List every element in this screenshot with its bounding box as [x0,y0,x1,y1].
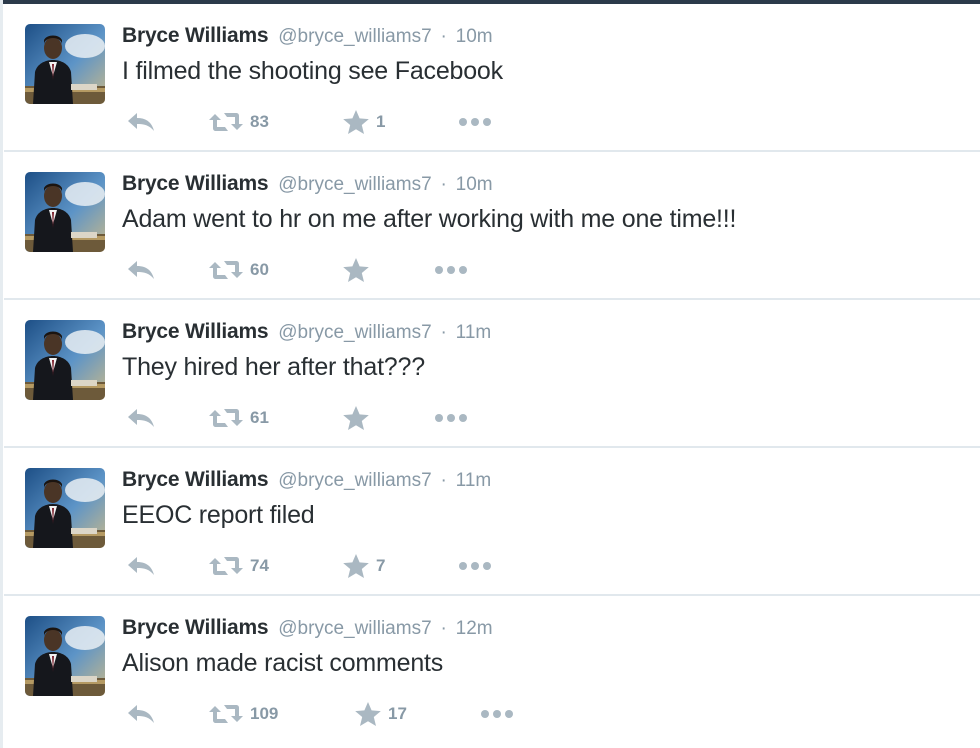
star-icon [342,109,370,135]
user-name[interactable]: Bryce Williams [122,24,269,47]
favorite-button[interactable] [342,404,370,432]
reply-icon [126,111,156,133]
retweet-button[interactable]: 109 [208,700,278,728]
retweet-button[interactable]: 61 [208,404,269,432]
tweet-actions: 61 [122,404,522,432]
user-handle[interactable]: @bryce_williams7 [278,26,431,47]
tweet-actions: 83 1 [122,108,522,136]
favorite-button[interactable]: 17 [354,700,407,728]
star-icon [342,405,370,431]
header-separator: · [440,618,447,639]
favorite-button[interactable] [342,256,370,284]
tweet-timestamp[interactable]: 11m [456,322,492,343]
reply-button[interactable] [126,256,156,284]
more-button[interactable] [434,404,468,432]
reply-icon [126,407,156,429]
retweet-count: 74 [250,556,269,575]
header-separator: · [440,470,447,491]
tweet-timestamp[interactable]: 10m [456,174,493,195]
user-handle[interactable]: @bryce_williams7 [278,618,431,639]
favorite-count: 7 [376,556,386,575]
more-button[interactable] [458,552,492,580]
user-name[interactable]: Bryce Williams [122,320,269,343]
tweet-timeline: Bryce Williams @bryce_williams7 · 10m I … [4,4,980,744]
retweet-count: 60 [250,260,269,279]
tweet-text: EEOC report filed [122,501,315,529]
more-dots-icon [434,413,468,423]
favorite-count: 17 [388,704,407,723]
retweet-icon [208,111,244,133]
tweet: Bryce Williams @bryce_williams7 · 11m Th… [4,300,980,448]
tweet-actions: 60 [122,256,522,284]
favorite-button[interactable]: 1 [342,108,385,136]
more-dots-icon [434,265,468,275]
star-icon [342,553,370,579]
timeline-left-border [0,0,3,748]
more-button[interactable] [434,256,468,284]
reply-icon [126,555,156,577]
retweet-count: 83 [250,112,269,131]
user-handle[interactable]: @bryce_williams7 [278,470,431,491]
more-button[interactable] [458,108,492,136]
retweet-count: 109 [250,704,279,723]
more-dots-icon [458,561,492,571]
retweet-icon [208,703,244,725]
retweet-button[interactable]: 83 [208,108,269,136]
avatar[interactable] [25,320,105,400]
tweet-timestamp[interactable]: 10m [456,26,493,47]
tweet-header: Bryce Williams @bryce_williams7 · 10m [122,24,493,49]
tweet-header: Bryce Williams @bryce_williams7 · 11m [122,468,491,493]
user-handle[interactable]: @bryce_williams7 [278,174,431,195]
reply-icon [126,259,156,281]
star-icon [342,257,370,283]
user-handle[interactable]: @bryce_williams7 [278,322,431,343]
reply-button[interactable] [126,700,156,728]
tweet: Bryce Williams @bryce_williams7 · 12m Al… [4,596,980,744]
user-name[interactable]: Bryce Williams [122,172,269,195]
header-separator: · [440,26,447,47]
tweet-actions: 109 17 [122,700,522,728]
reply-button[interactable] [126,108,156,136]
retweet-icon [208,407,244,429]
avatar[interactable] [25,172,105,252]
tweet-text: I filmed the shooting see Facebook [122,57,503,85]
more-button[interactable] [480,700,514,728]
tweet-header: Bryce Williams @bryce_williams7 · 12m [122,616,493,641]
tweet-header: Bryce Williams @bryce_williams7 · 11m [122,320,491,345]
favorite-count: 1 [376,112,386,131]
user-name[interactable]: Bryce Williams [122,468,269,491]
avatar[interactable] [25,468,105,548]
tweet-actions: 74 7 [122,552,522,580]
reply-button[interactable] [126,404,156,432]
tweet-timestamp[interactable]: 11m [456,470,492,491]
retweet-count: 61 [250,408,269,427]
tweet-text: Alison made racist comments [122,649,444,677]
retweet-button[interactable]: 74 [208,552,269,580]
avatar[interactable] [25,616,105,696]
header-separator: · [440,322,447,343]
reply-icon [126,703,156,725]
tweet: Bryce Williams @bryce_williams7 · 10m Ad… [4,152,980,300]
more-dots-icon [480,709,514,719]
star-icon [354,701,382,727]
avatar[interactable] [25,24,105,104]
favorite-button[interactable]: 7 [342,552,385,580]
retweet-button[interactable]: 60 [208,256,269,284]
tweet-text: They hired her after that??? [122,353,425,381]
tweet: Bryce Williams @bryce_williams7 · 10m I … [4,4,980,152]
user-name[interactable]: Bryce Williams [122,616,269,639]
more-dots-icon [458,117,492,127]
reply-button[interactable] [126,552,156,580]
tweet-text: Adam went to hr on me after working with… [122,205,737,233]
header-separator: · [440,174,447,195]
tweet: Bryce Williams @bryce_williams7 · 11m EE… [4,448,980,596]
retweet-icon [208,555,244,577]
retweet-icon [208,259,244,281]
tweet-timestamp[interactable]: 12m [456,618,493,639]
tweet-header: Bryce Williams @bryce_williams7 · 10m [122,172,493,197]
